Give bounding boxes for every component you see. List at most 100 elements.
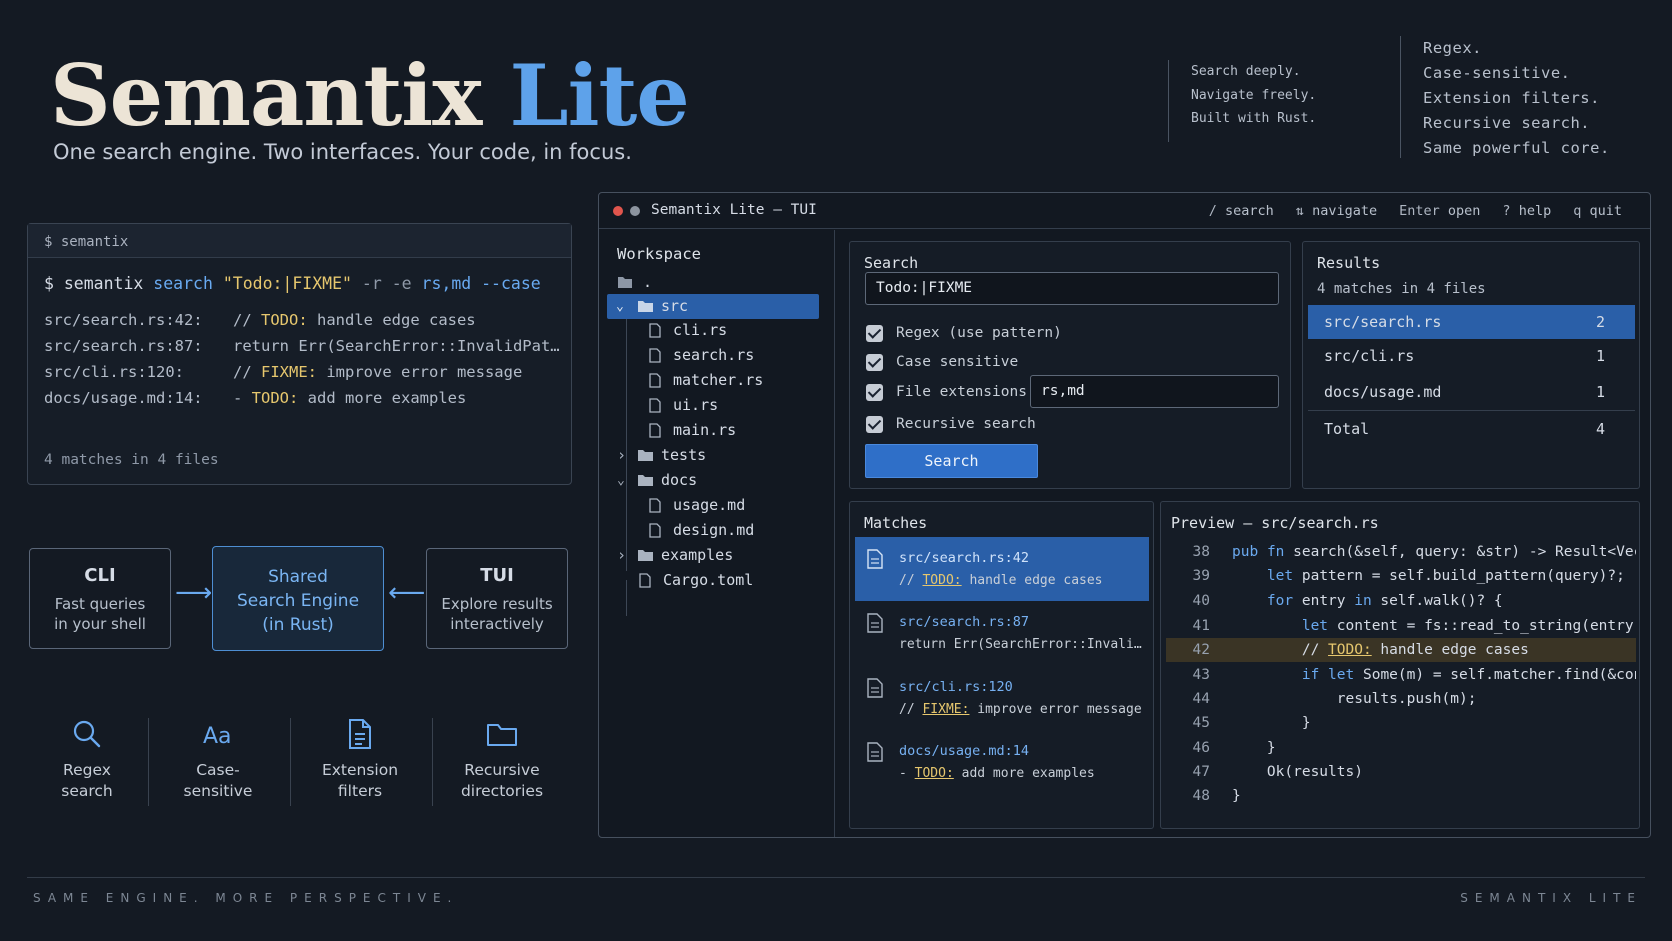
desc-line: in your shell — [54, 615, 146, 633]
feature-label: Case- — [196, 761, 240, 779]
pane-title: Search — [864, 254, 919, 272]
file-icon — [649, 523, 661, 538]
tagline: Recursive search. — [1423, 114, 1591, 132]
folder-icon — [487, 724, 517, 746]
title-main: Semantix — [50, 46, 482, 145]
cli-output-location: src/search.rs:42: — [44, 311, 203, 329]
cli-flags: -r -e — [361, 274, 412, 293]
match-item[interactable]: src/search.rs:42 // TODO: handle edge ca… — [855, 537, 1149, 601]
result-row[interactable]: docs/usage.md 1 — [1308, 375, 1635, 409]
folder-open-icon — [618, 277, 632, 288]
minimize-window-button[interactable] — [630, 206, 640, 216]
match-item[interactable]: docs/usage.md:14 - TODO: add more exampl… — [855, 730, 1149, 794]
feature-label: filters — [337, 782, 383, 800]
close-window-button[interactable] — [613, 206, 623, 216]
tree-label: . — [643, 273, 653, 291]
case-sensitive-checkbox[interactable] — [866, 354, 883, 371]
file-extensions-checkbox[interactable] — [866, 384, 883, 401]
code-text: let pattern = self.build_pattern(query)?… — [1266, 568, 1625, 584]
tree-file[interactable]: Cargo.toml — [639, 568, 753, 593]
code-text: for entry in self.walk()? { — [1266, 593, 1503, 609]
tree-file[interactable]: design.md — [649, 518, 754, 543]
tree-file[interactable]: ui.rs — [649, 393, 718, 418]
code-line: 40 for entry in self.walk()? { — [1166, 589, 1636, 613]
tree-label: docs — [661, 471, 698, 489]
tagline: Regex. — [1423, 39, 1482, 57]
cli-output-text: add more examples — [298, 389, 467, 407]
code-text: if let Some(m) = self.matcher.find(&cont… — [1301, 667, 1636, 683]
result-row[interactable]: src/cli.rs 1 — [1308, 339, 1635, 373]
feature-regex: Regex search — [22, 718, 152, 802]
file-icon — [867, 742, 883, 762]
cli-output-keyword: FIXME: — [261, 363, 317, 381]
pane-title: Results — [1317, 254, 1381, 272]
checkbox-label: Recursive search — [896, 416, 1036, 432]
tree-file[interactable]: matcher.rs — [649, 368, 763, 393]
tree-folder-examples[interactable]: › examples — [617, 543, 733, 568]
hero-title: Semantix Lite — [50, 46, 690, 145]
tree-file[interactable]: usage.md — [649, 493, 745, 518]
footer-rule — [27, 877, 1645, 878]
checkbox-label: Regex (use pattern) — [896, 325, 1062, 341]
svg-text:Aa: Aa — [203, 724, 232, 749]
cli-summary: 4 matches in 4 files — [44, 452, 219, 468]
feature-case-sensitive: Aa Case-sensitive — [153, 718, 283, 802]
regex-checkbox[interactable] — [866, 325, 883, 342]
match-location: src/search.rs:87 — [899, 614, 1030, 630]
arrow-right-icon: ⟶ — [175, 578, 213, 608]
diagram-cli-box: CLI Fast queries in your shell — [29, 548, 171, 649]
code-line: 39 let pattern = self.build_pattern(quer… — [1166, 564, 1636, 588]
tree-file[interactable]: cli.rs — [649, 318, 727, 343]
tree-folder-docs[interactable]: ⌄ docs — [617, 468, 697, 493]
diagram-box-desc: Explore results interactively — [427, 594, 567, 634]
extensions-input[interactable]: rs,md — [1030, 375, 1279, 408]
tree-folder-src[interactable]: ⌄ src — [607, 294, 819, 319]
code-text: let content = fs::read_to_string(entry.p… — [1301, 618, 1636, 634]
total-label: Total — [1324, 420, 1370, 438]
result-file: docs/usage.md — [1324, 383, 1442, 401]
tagline: Search deeply. — [1191, 64, 1301, 79]
key-label: ? — [1502, 203, 1511, 219]
desc-line: Explore results — [441, 595, 553, 613]
search-button[interactable]: Search — [865, 444, 1038, 478]
feature-extension-filters: Extension filters — [295, 718, 425, 802]
file-icon — [349, 719, 371, 749]
line-number: 48 — [1192, 788, 1210, 804]
search-input[interactable]: Todo:|FIXME — [865, 272, 1279, 305]
recursive-checkbox[interactable] — [866, 416, 883, 433]
match-keyword: FIXME: — [922, 702, 970, 717]
code-text: pub fn search(&self, query: &str) -> Res… — [1232, 544, 1636, 560]
code-line: 44 results.push(m); — [1166, 687, 1636, 711]
key-action: navigate — [1312, 203, 1378, 219]
search-icon — [73, 720, 101, 748]
key-label: Enter — [1399, 203, 1440, 219]
match-item[interactable]: src/search.rs:87 return Err(SearchError:… — [855, 601, 1149, 665]
result-row[interactable]: src/search.rs 2 — [1308, 305, 1635, 339]
file-icon — [649, 348, 661, 363]
match-keyword: TODO: — [922, 573, 962, 588]
code-line: 46 } — [1166, 736, 1636, 760]
cli-output-line: src/search.rs:87: return Err(SearchError:… — [44, 337, 560, 355]
match-item[interactable]: src/cli.rs:120 // FIXME: improve error m… — [855, 666, 1149, 730]
chevron-right-icon: › — [617, 446, 627, 464]
result-count: 1 — [1595, 347, 1605, 365]
key-hint-open: Enter open — [1399, 203, 1480, 219]
code-text: // TODO: handle edge cases — [1232, 642, 1529, 658]
key-hint-quit: q quit — [1573, 203, 1622, 219]
line-number: 41 — [1192, 618, 1210, 634]
results-total-row: Total 4 — [1308, 412, 1635, 446]
tree-root[interactable]: . — [617, 270, 817, 295]
code-text: Ok(results) — [1232, 764, 1363, 780]
desc-line: Shared — [268, 567, 328, 587]
file-icon — [649, 373, 661, 388]
file-icon — [867, 549, 883, 569]
code-line: 45 } — [1166, 711, 1636, 735]
file-icon — [639, 573, 651, 588]
tree-folder-tests[interactable]: › tests — [617, 443, 706, 468]
tree-file[interactable]: search.rs — [649, 343, 754, 368]
tagline: Built with Rust. — [1191, 111, 1317, 126]
key-hint-navigate: ⇅ navigate — [1296, 203, 1377, 219]
tree-file[interactable]: main.rs — [649, 418, 736, 443]
footer-right-text: SEMANTIX LITE — [1460, 891, 1642, 905]
tree-label: tests — [661, 446, 707, 464]
